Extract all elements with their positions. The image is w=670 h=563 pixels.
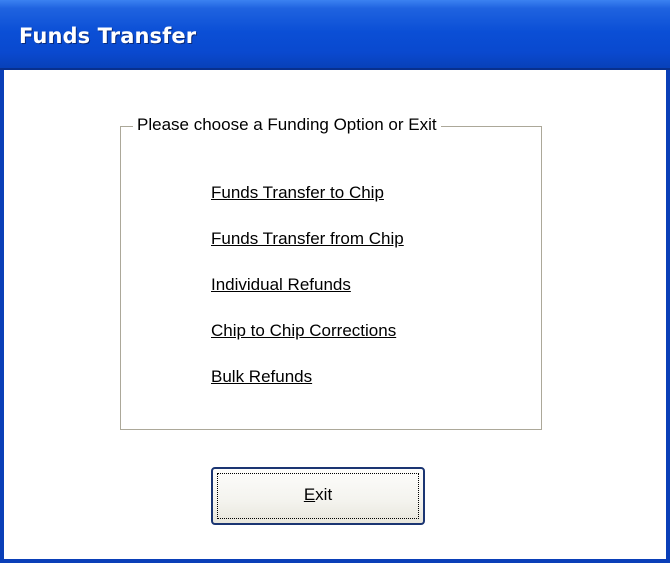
dialog-client-area: Please choose a Funding Option or Exit F… bbox=[4, 70, 666, 559]
window-title: Funds Transfer bbox=[19, 24, 197, 48]
funds-transfer-window: Funds Transfer Please choose a Funding O… bbox=[0, 0, 670, 563]
exit-mnemonic: E bbox=[303, 485, 316, 504]
dialog-body: Please choose a Funding Option or Exit F… bbox=[4, 70, 666, 559]
title-bar[interactable]: Funds Transfer bbox=[0, 0, 670, 70]
option-individual-refunds[interactable]: Individual Refunds bbox=[211, 275, 351, 295]
option-chip-to-chip-corrections[interactable]: Chip to Chip Corrections bbox=[211, 321, 396, 341]
exit-button-label: Exit bbox=[213, 485, 423, 505]
option-bulk-refunds[interactable]: Bulk Refunds bbox=[211, 367, 312, 387]
option-funds-transfer-from-chip[interactable]: Funds Transfer from Chip bbox=[211, 229, 404, 249]
option-funds-transfer-to-chip[interactable]: Funds Transfer to Chip bbox=[211, 183, 384, 203]
exit-button[interactable]: Exit bbox=[211, 467, 425, 525]
exit-label-rest: xit bbox=[315, 485, 333, 504]
funding-options-group: Please choose a Funding Option or Exit F… bbox=[120, 115, 542, 430]
funding-options-legend: Please choose a Funding Option or Exit bbox=[133, 115, 441, 135]
